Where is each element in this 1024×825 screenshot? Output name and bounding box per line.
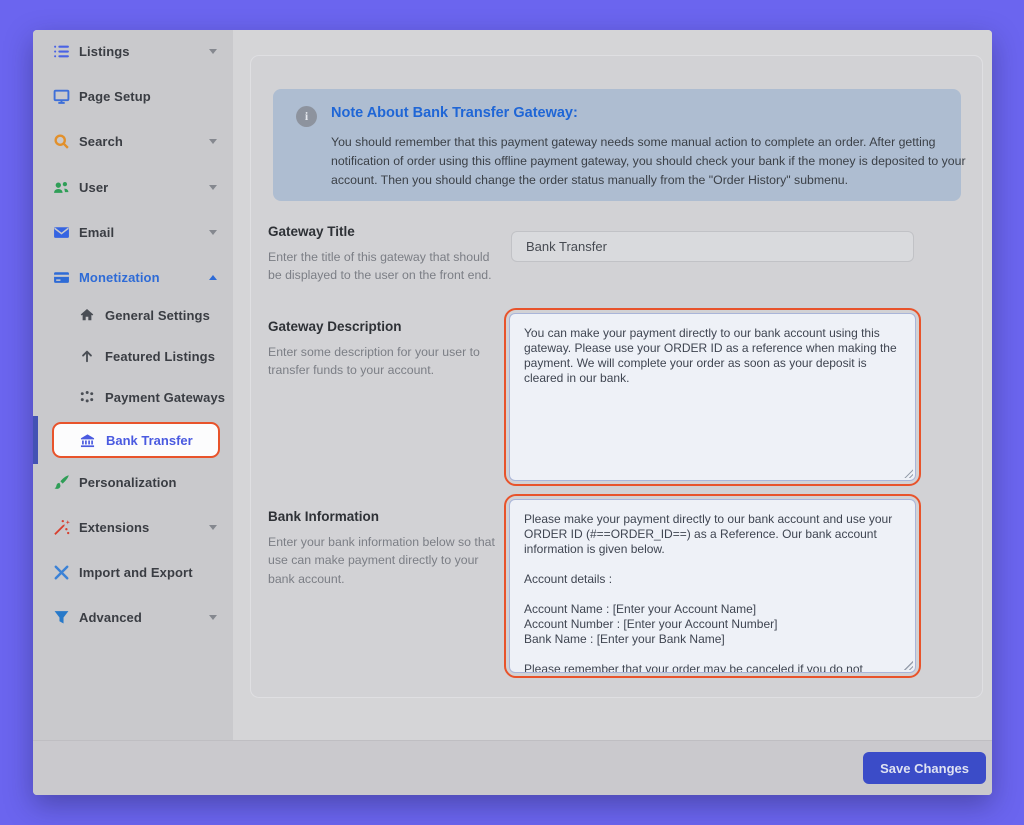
chevron-up-icon [209, 275, 217, 280]
sidebar-item-label: Featured Listings [105, 349, 215, 364]
sidebar-item-extensions[interactable]: Extensions [33, 509, 233, 545]
filter-icon [53, 609, 70, 626]
sidebar-item-label: Advanced [79, 610, 142, 625]
settings-content: Note About Bank Transfer Gateway: You sh… [233, 30, 992, 740]
chevron-down-icon [209, 230, 217, 235]
bank-information-textarea[interactable]: Please make your payment directly to our… [509, 499, 916, 673]
search-icon [53, 133, 70, 150]
note-title: Note About Bank Transfer Gateway: [331, 105, 578, 121]
field-label: Gateway Title [268, 224, 500, 239]
sidebar-item-import-export[interactable]: Import and Export [33, 554, 233, 590]
credit-card-icon [53, 269, 70, 286]
sidebar-item-search[interactable]: Search [33, 123, 233, 159]
home-icon [80, 308, 94, 322]
sidebar-item-label: User [79, 180, 108, 195]
gateway-note-box: Note About Bank Transfer Gateway: You sh… [273, 89, 961, 201]
active-item-indicator [33, 416, 38, 464]
sidebar-item-label: Import and Export [79, 565, 193, 580]
sidebar-item-label: Personalization [79, 475, 177, 490]
field-label: Bank Information [268, 509, 500, 524]
sidebar-item-user[interactable]: User [33, 169, 233, 205]
sidebar-item-featured-listings[interactable]: Featured Listings [33, 338, 233, 374]
sidebar-item-label: Email [79, 225, 114, 240]
save-changes-button[interactable]: Save Changes [863, 752, 986, 784]
gateway-nodes-icon [80, 390, 94, 404]
field-help-text: Enter some description for your user to … [268, 343, 500, 380]
email-icon [53, 224, 70, 241]
chevron-down-icon [209, 185, 217, 190]
sidebar-item-payment-gateways[interactable]: Payment Gateways [33, 379, 233, 415]
sidebar-item-listings[interactable]: Listings [33, 33, 233, 69]
field-help-text: Enter the title of this gateway that sho… [268, 248, 500, 285]
sidebar-item-label: Payment Gateways [105, 390, 225, 405]
gateway-description-highlight: You can make your payment directly to ou… [509, 313, 916, 481]
gateway-title-input[interactable] [511, 231, 914, 262]
chevron-down-icon [209, 49, 217, 54]
gateway-title-label-block: Gateway Title Enter the title of this ga… [268, 224, 500, 285]
gateway-description-textarea[interactable]: You can make your payment directly to ou… [509, 313, 916, 481]
settings-sidebar: Listings Page Setup Search User [33, 30, 233, 740]
bank-icon [80, 433, 95, 448]
chevron-down-icon [209, 615, 217, 620]
note-body: You should remember that this payment ga… [331, 133, 971, 190]
bank-information-highlight: Please make your payment directly to our… [509, 499, 916, 673]
chevron-down-icon [209, 525, 217, 530]
sidebar-item-email[interactable]: Email [33, 214, 233, 250]
users-icon [53, 179, 70, 196]
sidebar-item-personalization[interactable]: Personalization [33, 464, 233, 500]
sidebar-item-page-setup[interactable]: Page Setup [33, 78, 233, 114]
sidebar-item-general-settings[interactable]: General Settings [33, 297, 233, 333]
list-icon [53, 43, 70, 60]
sidebar-item-bank-transfer[interactable]: Bank Transfer [52, 422, 220, 458]
sidebar-item-label: General Settings [105, 308, 210, 323]
field-label: Gateway Description [268, 319, 500, 334]
sidebar-item-label: Monetization [79, 270, 160, 285]
tools-icon [53, 564, 70, 581]
sidebar-item-label: Bank Transfer [106, 433, 193, 448]
sidebar-item-label: Search [79, 134, 123, 149]
gateway-settings-card: Note About Bank Transfer Gateway: You sh… [250, 55, 983, 698]
gateway-description-label-block: Gateway Description Enter some descripti… [268, 319, 500, 380]
resize-handle-icon[interactable] [903, 468, 913, 478]
sidebar-item-advanced[interactable]: Advanced [33, 599, 233, 635]
bank-information-label-block: Bank Information Enter your bank informa… [268, 509, 500, 588]
settings-footer: Save Changes [33, 740, 992, 795]
settings-window: Listings Page Setup Search User [33, 30, 992, 795]
info-icon [296, 106, 317, 127]
sidebar-item-label: Listings [79, 44, 130, 59]
resize-handle-icon[interactable] [903, 660, 913, 670]
sidebar-item-label: Page Setup [79, 89, 151, 104]
chevron-down-icon [209, 139, 217, 144]
sidebar-item-monetization[interactable]: Monetization [33, 259, 233, 295]
brush-icon [53, 474, 70, 491]
sidebar-item-label: Extensions [79, 520, 149, 535]
arrow-up-icon [80, 349, 94, 363]
field-help-text: Enter your bank information below so tha… [268, 533, 500, 588]
magic-wand-icon [53, 519, 70, 536]
monitor-icon [53, 88, 70, 105]
